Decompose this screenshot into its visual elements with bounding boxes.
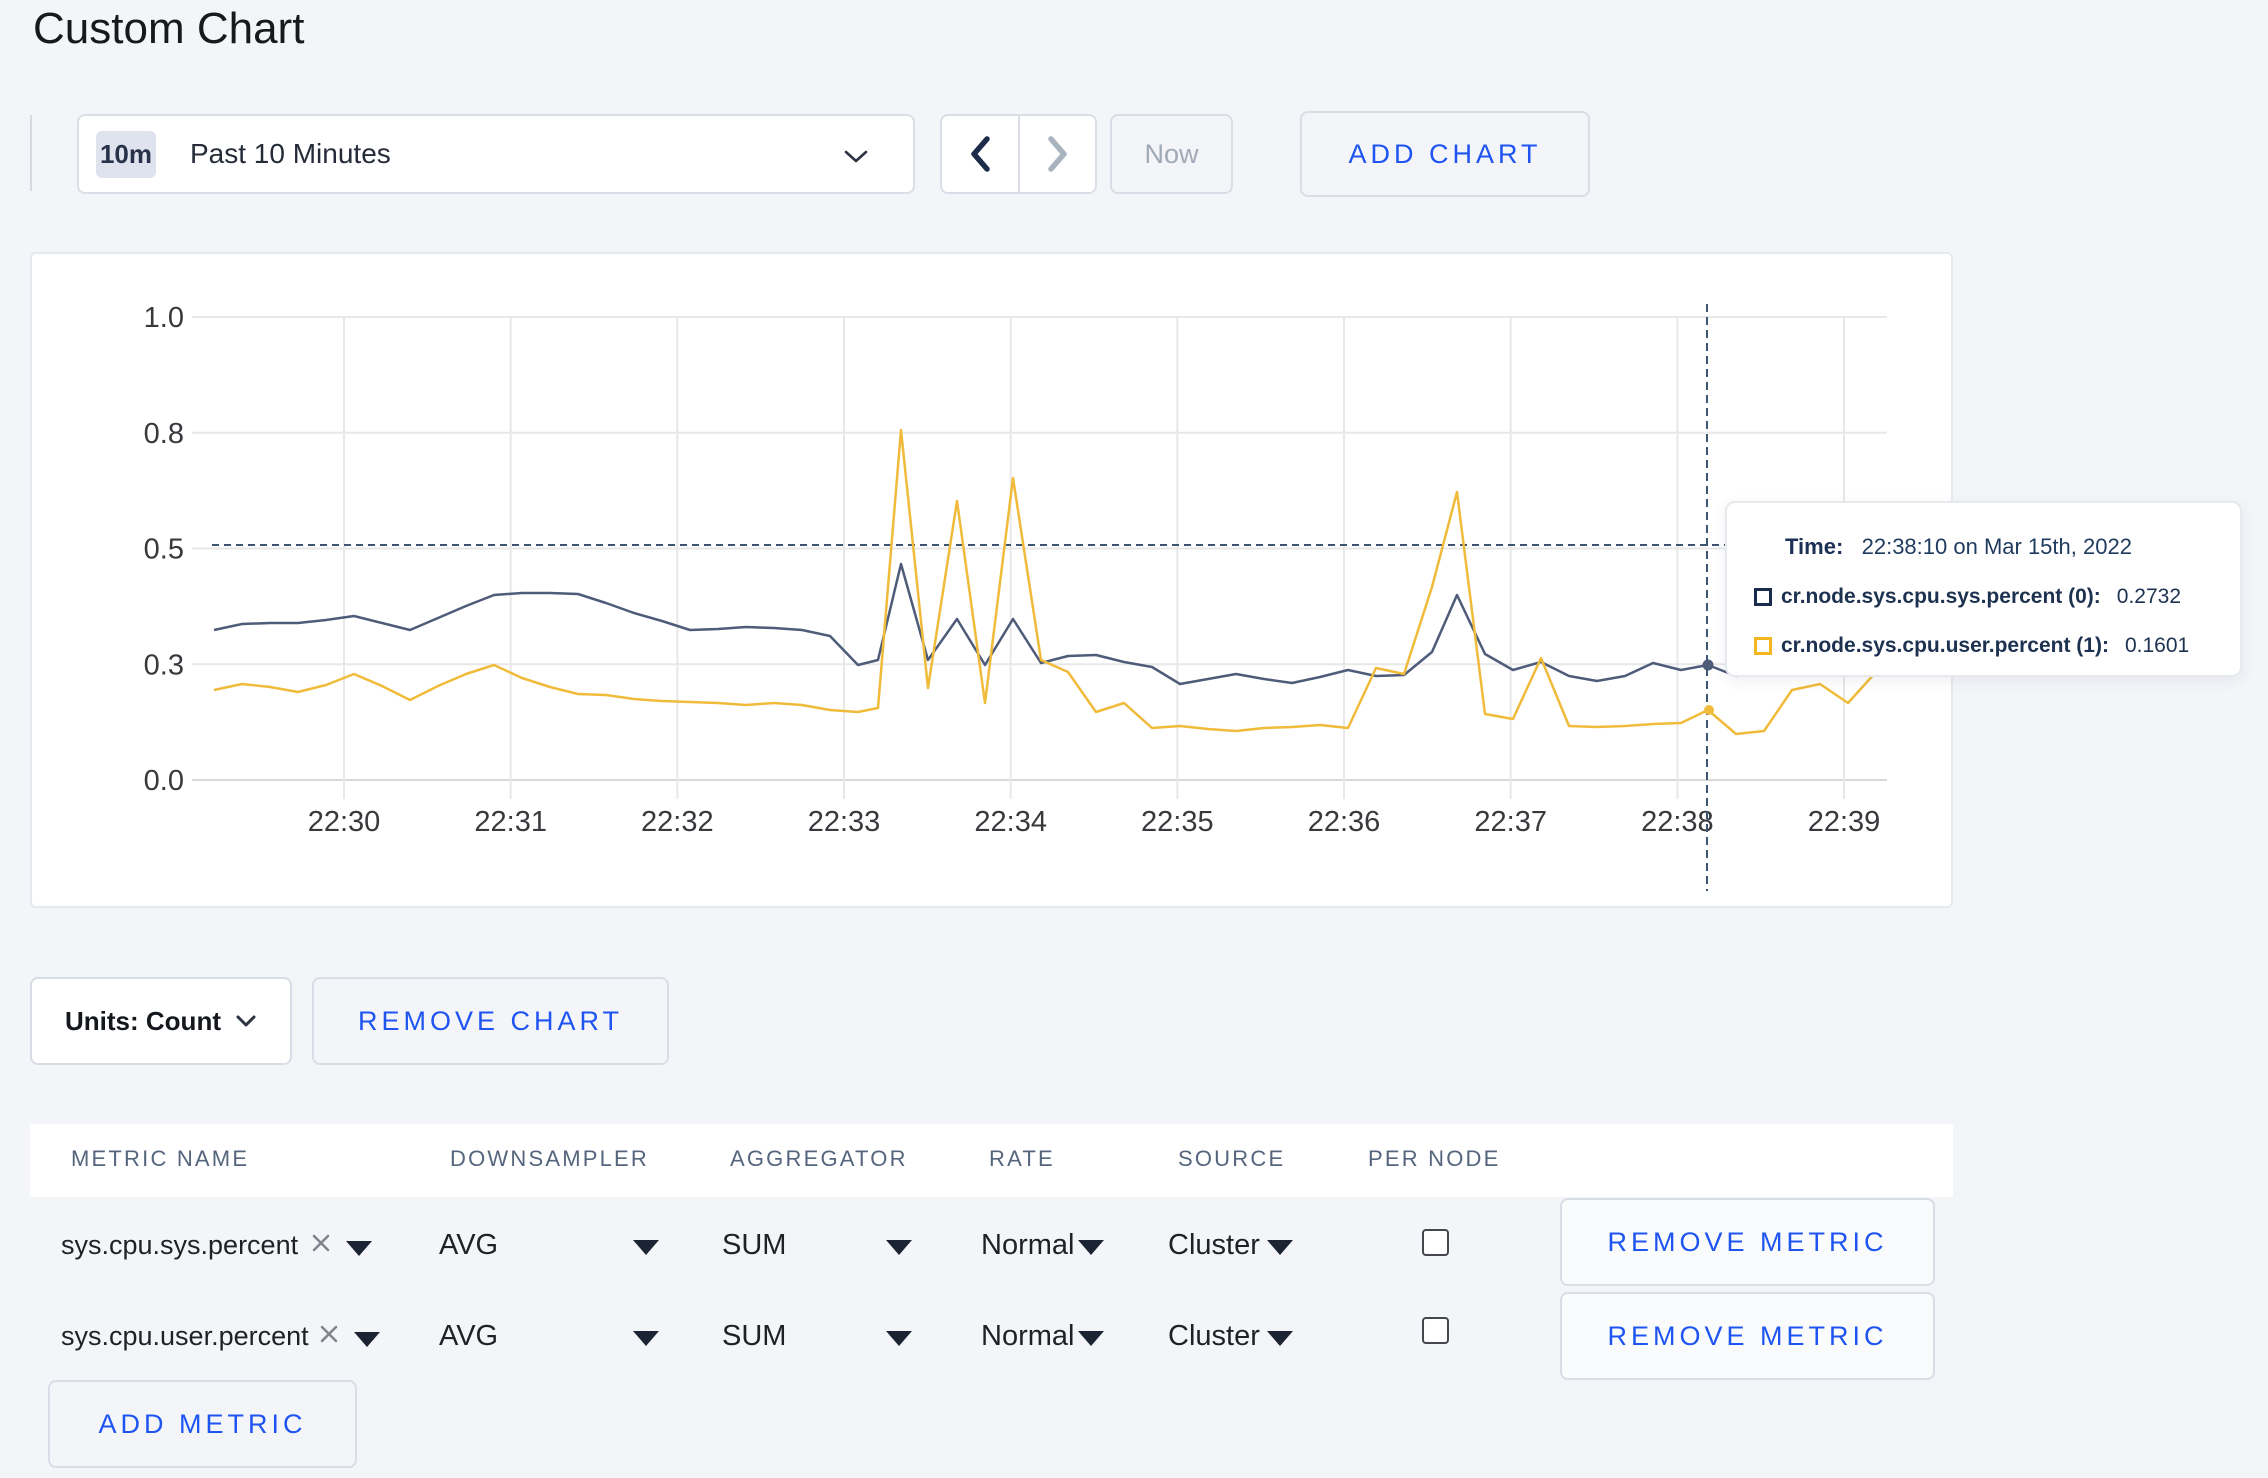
- svg-text:22:37: 22:37: [1474, 806, 1547, 838]
- svg-text:22:30: 22:30: [308, 806, 381, 838]
- svg-text:22:36: 22:36: [1308, 806, 1381, 838]
- svg-text:0.0: 0.0: [144, 765, 184, 797]
- svg-text:22:33: 22:33: [808, 806, 881, 838]
- svg-text:22:31: 22:31: [474, 806, 547, 838]
- svg-text:22:38: 22:38: [1641, 806, 1714, 838]
- svg-text:22:35: 22:35: [1141, 806, 1214, 838]
- svg-text:22:34: 22:34: [974, 806, 1047, 838]
- svg-text:1.0: 1.0: [144, 302, 184, 334]
- svg-text:0.3: 0.3: [144, 649, 184, 681]
- svg-text:0.8: 0.8: [144, 418, 184, 450]
- svg-text:22:39: 22:39: [1808, 806, 1881, 838]
- svg-text:22:32: 22:32: [641, 806, 714, 838]
- svg-text:0.5: 0.5: [144, 534, 184, 566]
